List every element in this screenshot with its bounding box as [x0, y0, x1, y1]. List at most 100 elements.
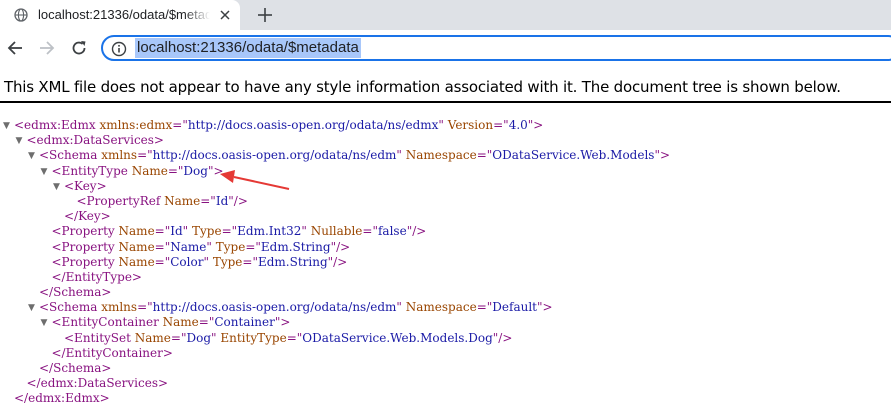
- xml-token: Id: [215, 193, 229, 208]
- browser-tab[interactable]: localhost:21336/odata/$metadata: [0, 0, 240, 30]
- xml-token: =": [154, 224, 171, 239]
- xml-token: <Property: [51, 254, 119, 269]
- xml-token: Id: [170, 224, 183, 239]
- xml-token: <PropertyRef: [76, 193, 165, 208]
- xml-token: EntityType: [220, 330, 287, 345]
- xml-token: <Property: [51, 239, 119, 254]
- xml-token: =": [167, 163, 184, 178]
- xml-token: ": [203, 254, 213, 269]
- xml-token: <edmx:Edmx: [14, 118, 100, 132]
- xml-tree-line: ▼ <Key>: [0, 179, 891, 194]
- xml-tree-line: <PropertyRef Name="Id"/>: [0, 194, 891, 209]
- xml-token: http://docs.oasis-open.org/odata/ns/edm: [152, 148, 397, 163]
- collapse-toggle-icon[interactable]: ▼: [41, 165, 48, 180]
- xml-token: Name: [118, 239, 155, 254]
- xml-token: Version: [447, 118, 494, 132]
- xml-token: Nullable: [310, 224, 363, 239]
- xml-token: <EntityType: [51, 163, 132, 178]
- xml-token: <Property: [51, 224, 119, 239]
- xml-token: =": [476, 148, 493, 163]
- xml-token: =": [242, 254, 258, 269]
- back-arrow-icon[interactable]: [6, 39, 24, 57]
- xml-token: <Key>: [64, 178, 107, 193]
- xml-token: =": [245, 239, 261, 254]
- xml-tree-line: </EntityContainer>: [0, 346, 891, 361]
- xml-token: Name: [164, 193, 201, 208]
- xml-token: Dog: [183, 163, 208, 178]
- xml-tree-line: ▼ <Schema xmlns="http://docs.oasis-open.o…: [0, 300, 891, 315]
- xml-tree-line: ▼ <Schema xmlns="http://docs.oasis-open.o…: [0, 148, 891, 163]
- collapse-toggle-icon[interactable]: ▼: [28, 301, 35, 316]
- xml-tree-line: ▼ <EntityType Name="Dog">: [0, 164, 891, 179]
- xml-token: </EntityType>: [51, 269, 142, 284]
- xml-token: =": [154, 254, 171, 269]
- xml-token: =": [200, 193, 216, 208]
- xml-token: Name: [131, 163, 168, 178]
- collapse-toggle-icon[interactable]: ▼: [53, 180, 60, 195]
- xml-token: false: [377, 224, 407, 239]
- xml-token: "/>: [330, 239, 351, 254]
- info-icon[interactable]: [111, 41, 127, 57]
- xml-token: </Schema>: [39, 285, 112, 300]
- tab-title: localhost:21336/odata/$metadata: [38, 7, 210, 22]
- xml-token: Namespace: [405, 148, 477, 163]
- xml-tree-line: </Schema>: [0, 361, 891, 376]
- forward-arrow-icon[interactable]: [38, 39, 56, 57]
- xml-token: ">: [654, 148, 671, 163]
- xml-tree-line: <EntitySet Name="Dog" EntityType="ODataS…: [0, 331, 891, 346]
- xml-token: =": [493, 118, 509, 132]
- plus-icon[interactable]: [255, 5, 275, 25]
- xml-token: <Schema: [39, 300, 102, 315]
- xml-token: Type: [215, 239, 246, 254]
- xml-tree-line: ▼ <EntityContainer Name="Container">: [0, 315, 891, 330]
- xml-token: <EntitySet: [64, 330, 135, 345]
- xml-tree-line: </Key>: [0, 209, 891, 224]
- xml-token: Type: [212, 254, 243, 269]
- xml-token: Edm.String: [257, 254, 328, 269]
- xml-token: Dog: [186, 330, 212, 345]
- url-text[interactable]: localhost:21336/odata/$metadata: [135, 38, 361, 58]
- xml-token: ": [301, 224, 311, 239]
- xml-token: =": [154, 239, 171, 254]
- xml-token: </Schema>: [39, 361, 112, 375]
- collapse-toggle-icon[interactable]: ▼: [28, 149, 35, 164]
- xml-tree-line: <Property Name="Color" Type="Edm.String"…: [0, 255, 891, 270]
- xml-token: "/>: [492, 330, 513, 345]
- xml-token: ">: [274, 315, 291, 330]
- xml-token: "/>: [327, 254, 348, 269]
- xml-token: ": [211, 330, 221, 345]
- xml-token: http://docs.oasis-open.org/odata/ns/edmx: [187, 118, 439, 132]
- xml-token: "/>: [228, 193, 248, 208]
- xml-token: Namespace: [405, 300, 477, 315]
- xml-token: </EntityContainer>: [51, 345, 173, 360]
- xml-tree-line: <Property Name="Name" Type="Edm.String"/…: [0, 240, 891, 255]
- reload-icon[interactable]: [70, 39, 88, 57]
- xml-token: =": [286, 330, 303, 345]
- xml-token: Color: [170, 254, 204, 269]
- xml-tree-line: </Schema>: [0, 285, 891, 300]
- xml-token: =": [137, 148, 153, 163]
- xml-tree-line: </edmx:Edmx>: [0, 391, 891, 406]
- collapse-toggle-icon[interactable]: ▼: [3, 119, 10, 134]
- xml-token: Name: [118, 254, 155, 269]
- xml-token: ODataService.Web.Models.Dog: [302, 330, 493, 345]
- xml-tree-line: </EntityType>: [0, 270, 891, 285]
- close-icon[interactable]: [218, 8, 232, 22]
- xml-token: 4.0: [508, 118, 528, 132]
- xml-token: Name: [118, 224, 155, 239]
- collapse-toggle-icon[interactable]: ▼: [16, 134, 23, 149]
- xml-token: ": [396, 300, 406, 315]
- xml-token: xmlns: [101, 148, 138, 163]
- xml-token: =": [172, 118, 188, 132]
- xml-token: ">: [207, 163, 224, 178]
- xml-token: Container: [214, 315, 275, 330]
- xml-token: Name: [134, 330, 171, 345]
- xml-token: ODataService.Web.Models: [492, 148, 655, 163]
- globe-icon: [14, 8, 28, 22]
- xml-token: http://docs.oasis-open.org/odata/ns/edm: [152, 300, 397, 315]
- address-bar[interactable]: localhost:21336/odata/$metadata: [101, 35, 891, 61]
- xml-token: xmlns:edmx: [99, 118, 173, 132]
- xml-token: Type: [192, 224, 222, 239]
- xml-token: =": [137, 300, 153, 315]
- collapse-toggle-icon[interactable]: ▼: [41, 316, 48, 331]
